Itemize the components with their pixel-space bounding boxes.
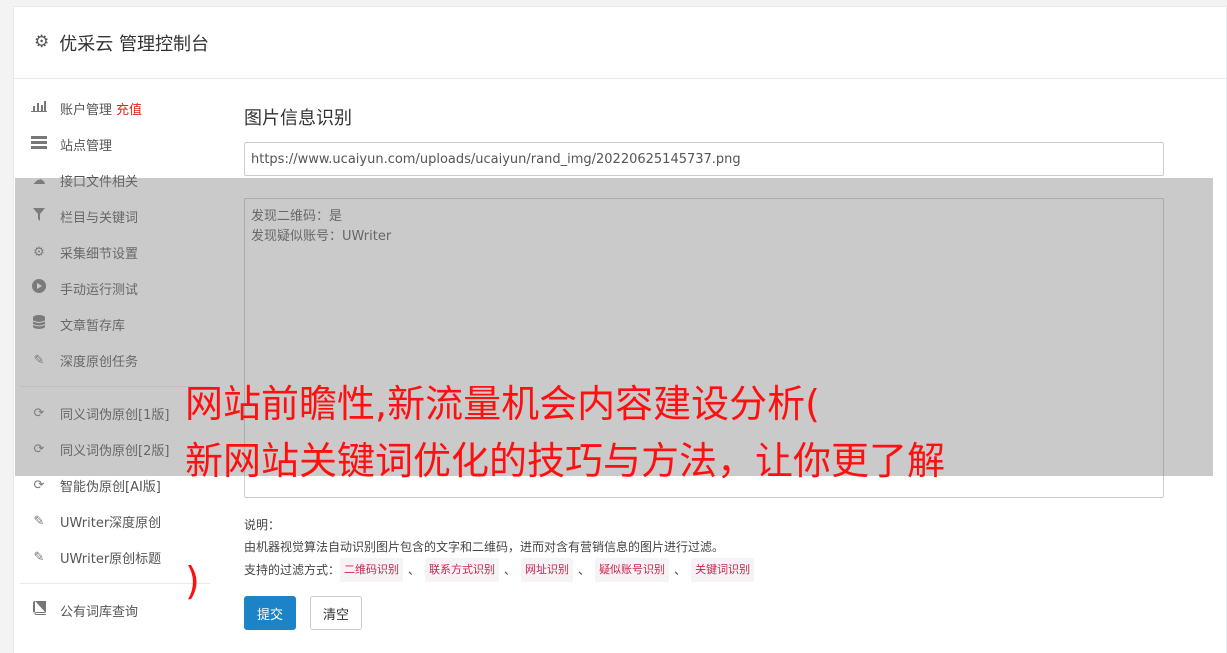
server-icon	[30, 135, 48, 153]
bar-chart-icon	[30, 100, 48, 116]
clear-button[interactable]: 清空	[310, 596, 363, 630]
description-block: 说明： 由机器视觉算法自动识别图片包含的文字和二维码，进而对含有营销信息的图片进…	[244, 514, 1164, 582]
sidebar-divider	[20, 583, 210, 584]
sidebar-item-label: 公有词库查询	[60, 604, 139, 620]
filter-label: 支持的过滤方式：	[244, 563, 341, 577]
image-url-input[interactable]	[244, 142, 1164, 176]
sidebar-item-uwriter-deep[interactable]: ✎ UWriter深度原创	[20, 503, 210, 539]
overlay-headline-line-1: 网站前瞻性,新流量机会内容建设分析(	[185, 382, 820, 426]
sidebar-item-label: 智能伪原创[AI版]	[60, 479, 161, 495]
page-header: ⚙ 优采云 管理控制台	[14, 7, 1226, 79]
refresh-icon: ⟳	[33, 477, 45, 493]
edit-icon: ✎	[33, 549, 45, 565]
filter-tag: 关键词识别	[691, 558, 755, 582]
filter-tag: 网址识别	[521, 558, 574, 582]
filter-tag: 联系方式识别	[425, 558, 500, 582]
button-group: 提交 清空	[244, 596, 1164, 630]
edit-icon: ✎	[33, 513, 45, 529]
gear-icon: ⚙	[34, 32, 50, 52]
sidebar-item-account[interactable]: 账户管理 充值	[20, 90, 210, 126]
page-title: 优采云 管理控制台	[59, 33, 209, 55]
note-description: 由机器视觉算法自动识别图片包含的文字和二维码，进而对含有营销信息的图片进行过滤。	[244, 540, 725, 554]
recharge-link[interactable]: 充值	[116, 99, 142, 118]
filter-methods: 支持的过滤方式： 二维码识别 、 联系方式识别 、 网址识别 、 疑似账号识别 …	[244, 558, 1164, 582]
book-icon	[30, 601, 48, 619]
filter-separator: 、	[674, 563, 687, 577]
gray-overlay-banner	[15, 178, 1213, 476]
filter-tag: 疑似账号识别	[595, 558, 670, 582]
overlay-headline-line-2: 新网站关键词优化的技巧与方法，让你更了解	[185, 439, 946, 483]
filter-tag: 二维码识别	[340, 558, 404, 582]
section-title: 图片信息识别	[244, 108, 352, 129]
sidebar-item-public-lexicon[interactable]: 公有词库查询	[20, 592, 210, 628]
filter-separator: 、	[408, 563, 421, 577]
sidebar-item-uwriter-title[interactable]: ✎ UWriter原创标题	[20, 539, 210, 575]
sidebar-item-label: UWriter原创标题	[60, 551, 162, 567]
filter-separator: 、	[504, 563, 517, 577]
sidebar-item-label: 站点管理	[60, 138, 113, 154]
sidebar-item-sites[interactable]: 站点管理	[20, 126, 210, 162]
note-title: 说明：	[244, 518, 281, 532]
overlay-headline-line-3: )	[185, 559, 200, 603]
sidebar-item-label: 账户管理	[60, 102, 113, 118]
sidebar-item-label: UWriter深度原创	[60, 515, 162, 531]
submit-button[interactable]: 提交	[244, 596, 297, 630]
filter-separator: 、	[578, 563, 591, 577]
